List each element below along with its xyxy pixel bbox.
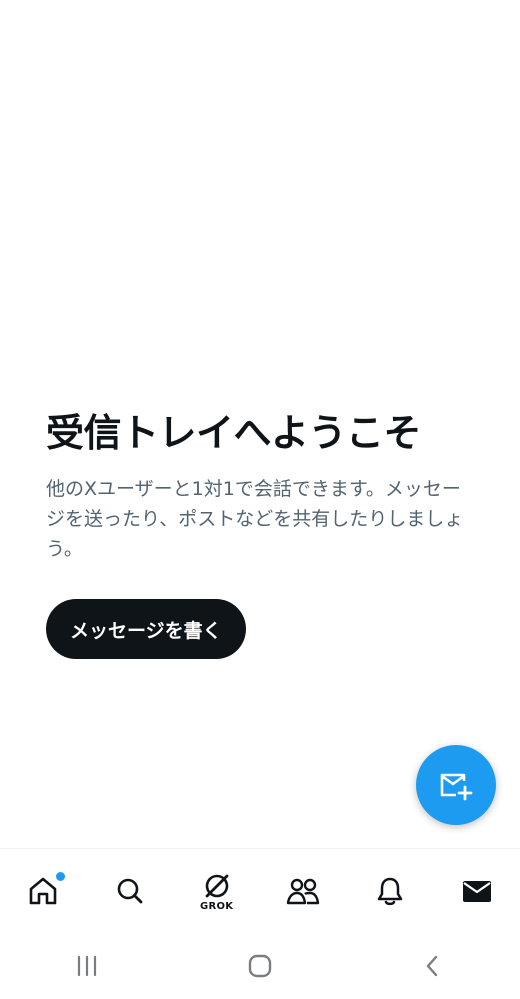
nav-home[interactable] xyxy=(13,861,73,921)
nav-messages[interactable] xyxy=(447,861,507,921)
communities-icon xyxy=(287,878,320,905)
nav-notifications[interactable] xyxy=(360,861,420,921)
back-button[interactable] xyxy=(403,941,463,991)
inbox-empty-state: 受信トレイへようこそ 他のXユーザーと1対1で会話できます。メッセージを送ったり… xyxy=(46,405,486,564)
nav-communities[interactable] xyxy=(273,861,333,921)
grok-icon xyxy=(205,874,229,897)
inbox-title: 受信トレイへようこそ xyxy=(46,411,422,455)
mail-icon xyxy=(462,881,491,902)
nav-search[interactable] xyxy=(100,861,160,921)
new-message-icon xyxy=(440,773,473,801)
bottom-navigation: GROK xyxy=(0,848,520,933)
home-icon xyxy=(30,877,57,905)
recent-apps-icon xyxy=(77,955,96,976)
recent-apps-button[interactable] xyxy=(57,941,117,991)
system-navigation-bar xyxy=(0,932,520,999)
grok-label: GROK xyxy=(199,900,234,912)
back-icon xyxy=(427,955,438,976)
search-icon xyxy=(117,878,143,904)
new-message-fab[interactable] xyxy=(416,745,496,825)
home-button[interactable] xyxy=(230,941,290,991)
write-message-button[interactable]: メッセージを書く xyxy=(46,599,246,659)
home-button-icon xyxy=(248,954,272,977)
inbox-description: 他のXユーザーと1対1で会話できます。メッセージを送ったり、ポストなどを共有した… xyxy=(46,478,464,560)
notification-dot xyxy=(55,871,67,882)
nav-grok[interactable]: GROK xyxy=(187,861,247,921)
bell-icon xyxy=(377,877,403,906)
